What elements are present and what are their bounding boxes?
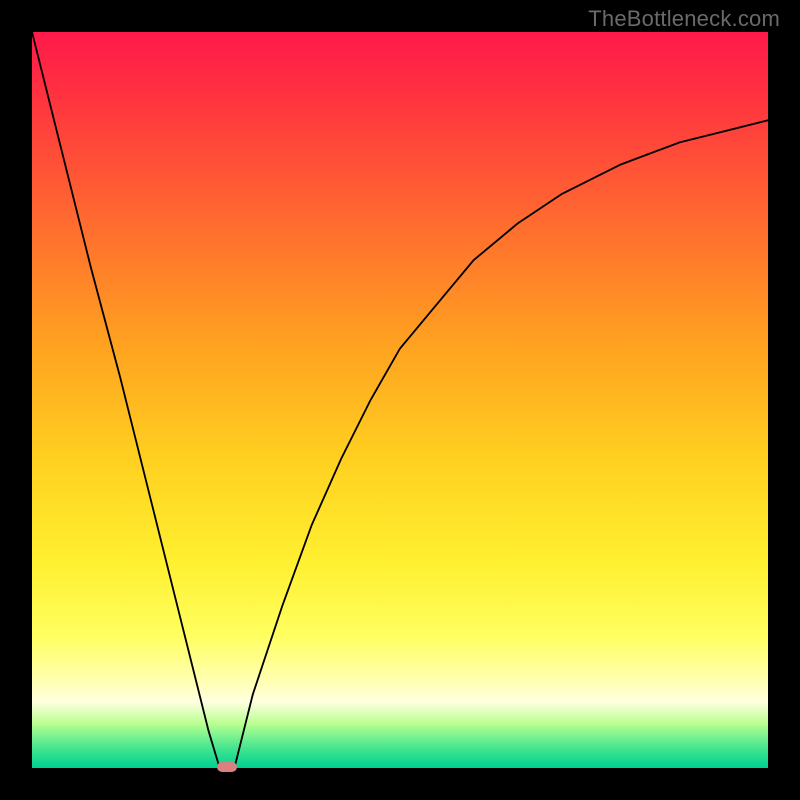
watermark-text: TheBottleneck.com	[588, 6, 780, 32]
plot-area	[32, 32, 768, 768]
vertex-marker	[217, 762, 237, 772]
curve-layer	[32, 32, 768, 768]
chart-frame: TheBottleneck.com	[0, 0, 800, 800]
curve-right-branch	[234, 120, 768, 768]
curve-left-branch	[32, 32, 220, 768]
